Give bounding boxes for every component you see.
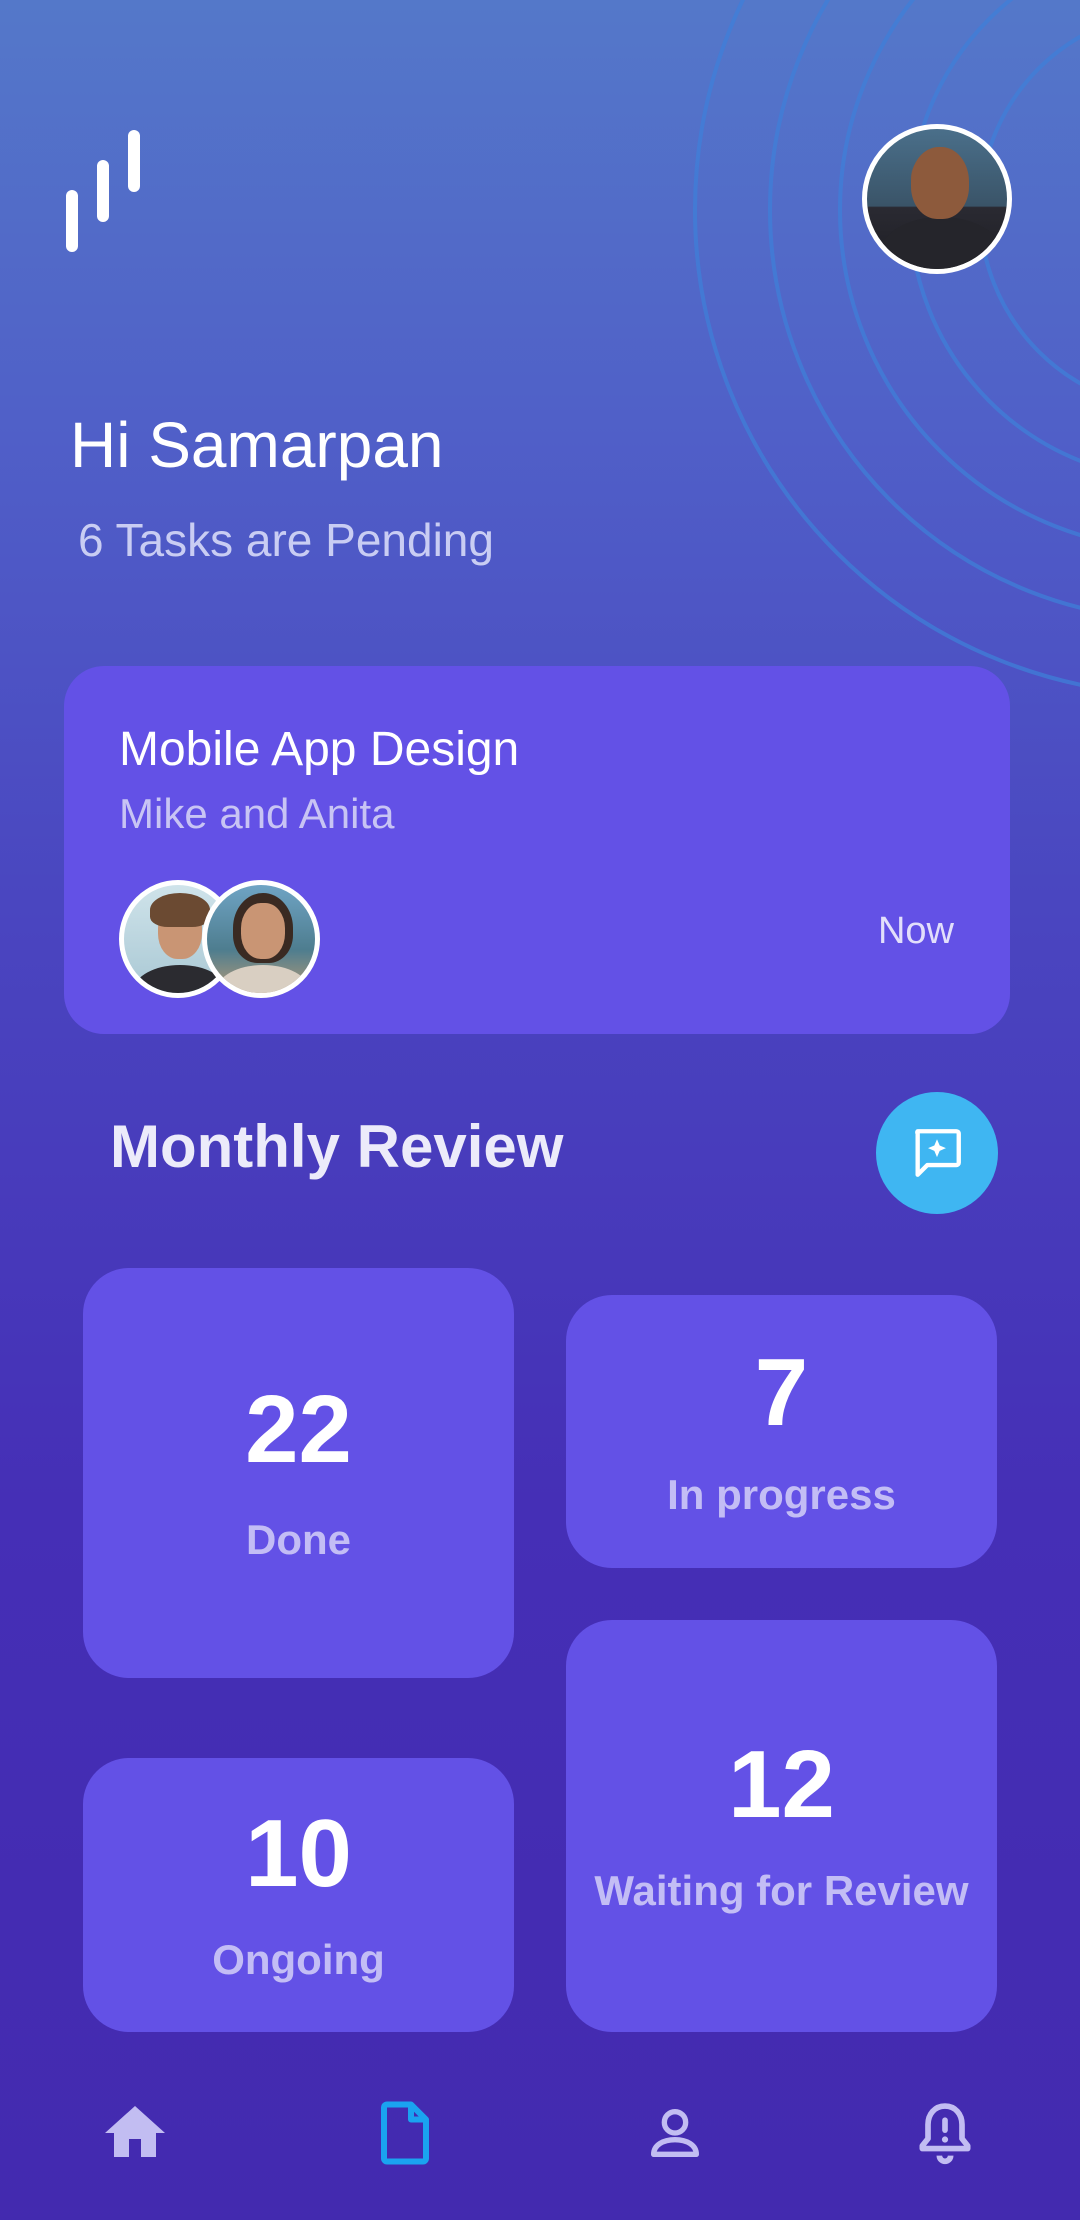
stat-card-in-progress[interactable]: 7 In progress [566,1295,997,1568]
menu-icon[interactable] [60,126,150,256]
stat-value: 22 [245,1376,352,1483]
stat-label: In progress [667,1470,896,1518]
bell-alert-icon [919,2103,971,2165]
bottom-navigation [0,2070,1080,2190]
profile-icon [651,2109,699,2157]
nav-profile[interactable] [630,2088,720,2178]
current-task-card[interactable]: Mobile App Design Mike and Anita Now [64,666,1010,1034]
pending-tasks-text: 6 Tasks are Pending [78,514,494,566]
stat-value: 12 [728,1731,835,1838]
stat-value: 7 [754,1338,809,1446]
task-title: Mobile App Design [119,723,520,776]
stat-label: Waiting for Review [594,1867,969,1914]
document-icon [381,2101,429,2165]
nav-notifications[interactable] [900,2088,990,2178]
chat-sparkle-icon [915,1129,961,1177]
section-title: Monthly Review [110,1113,564,1180]
task-members: Mike and Anita [119,790,395,837]
task-time: Now [877,910,954,952]
stat-card-waiting-review[interactable]: 12 Waiting for Review [566,1620,997,2032]
user-avatar[interactable] [862,124,1012,274]
greeting-title: Hi Samarpan [70,409,444,481]
avatar-body [881,217,1001,269]
stat-label: Done [246,1516,351,1563]
avatar-head [911,147,969,219]
stat-label: Ongoing [212,1936,385,1983]
member-avatar [202,880,320,998]
stat-card-done[interactable]: 22 Done [83,1268,514,1678]
home-icon [105,2106,165,2157]
chat-button[interactable] [876,1092,998,1214]
nav-documents[interactable] [360,2088,450,2178]
stat-card-ongoing[interactable]: 10 Ongoing [83,1758,514,2032]
stat-value: 10 [245,1800,352,1907]
nav-home[interactable] [90,2088,180,2178]
